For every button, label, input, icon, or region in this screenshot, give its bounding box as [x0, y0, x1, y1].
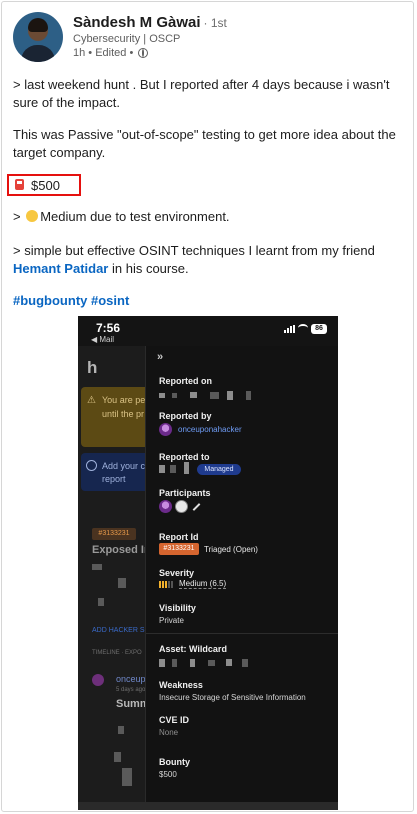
- redaction: [208, 660, 215, 666]
- pencil-icon[interactable]: [192, 503, 201, 511]
- managed-badge: Managed: [197, 464, 241, 475]
- redaction: [190, 392, 197, 398]
- redaction: [172, 393, 177, 398]
- warning-text-line-1: You are pe: [102, 395, 146, 405]
- reporter-link[interactable]: onceuponahacker: [178, 425, 242, 434]
- author-avatar[interactable]: [13, 12, 63, 62]
- post-paragraph-1: > last weekend hunt . But I reported aft…: [13, 77, 390, 110]
- back-to-mail[interactable]: ◀ Mail: [91, 335, 114, 344]
- report-id-badge: #3133231: [159, 543, 199, 555]
- avatar: [92, 674, 104, 686]
- avatar[interactable]: [159, 423, 172, 436]
- warning-icon: ⚠: [87, 395, 96, 406]
- post-paragraph-3: > Medium due to test environment.: [13, 208, 405, 226]
- redaction: [170, 465, 176, 473]
- post-time: 1h • Edited •: [73, 47, 134, 59]
- severity-value: Medium (6.5): [179, 579, 227, 589]
- report-details-panel: » Reported on Reported by onceuponahacke…: [145, 346, 338, 810]
- weakness-label: Weakness: [159, 680, 203, 690]
- redaction: [118, 578, 126, 588]
- post-header: Sàndesh M Gàwai · 1st Cybersecurity | OSC…: [13, 12, 413, 62]
- grinning-emoji-icon: [26, 210, 39, 222]
- info-icon: [86, 460, 97, 471]
- cve-value: None: [159, 728, 179, 737]
- hackerone-logo: h: [87, 358, 98, 377]
- warning-text: You are pe until the pr: [102, 393, 145, 421]
- author-name[interactable]: Sàndesh M Gàwai · 1st: [73, 14, 227, 31]
- weakness-value: Insecure Storage of Sensitive Informatio…: [159, 693, 306, 702]
- visibility-value: Private: [159, 616, 184, 625]
- info-text-line-1: Add your c: [102, 461, 146, 471]
- redaction: [246, 391, 251, 400]
- timeline-label: TIMELINE · EXPO: [92, 650, 142, 656]
- post-meta: 1h • Edited •: [73, 47, 149, 59]
- author-headline: Cybersecurity | OSCP: [73, 33, 181, 45]
- collapse-chevrons-icon[interactable]: »: [157, 351, 163, 363]
- globe-icon: [138, 48, 149, 58]
- redaction: [227, 391, 233, 400]
- status-bar: 7:56 ◀ Mail 86: [78, 316, 338, 346]
- redaction: [226, 659, 232, 666]
- timeline-ago: 5 days ago: [116, 687, 146, 693]
- avatar[interactable]: [159, 500, 172, 513]
- bottom-bar: [78, 802, 338, 810]
- para4-suffix: in his course.: [108, 261, 189, 276]
- info-text: Add your c report: [102, 460, 145, 486]
- redaction: [118, 726, 124, 734]
- redaction: [172, 659, 177, 667]
- redaction: [122, 768, 132, 786]
- wifi-icon: [298, 324, 308, 332]
- redaction: [92, 564, 102, 570]
- mention-link[interactable]: Hemant Patidar: [13, 261, 108, 276]
- connection-degree: · 1st: [203, 16, 227, 30]
- redaction: [114, 752, 121, 762]
- redaction: [98, 598, 104, 606]
- redaction: [184, 462, 189, 474]
- participants-label: Participants: [159, 488, 211, 498]
- redaction: [210, 392, 219, 399]
- info-text-line-2: report: [102, 474, 126, 484]
- cve-label: CVE ID: [159, 715, 190, 725]
- fuel-pump-icon: [15, 179, 24, 190]
- warning-text-line-2: until the pr: [102, 409, 145, 419]
- para3-text: Medium due to test environment.: [40, 209, 230, 224]
- redaction: [190, 659, 195, 667]
- severity-label: Severity: [159, 568, 195, 578]
- reported-by-label: Reported by: [159, 411, 212, 421]
- redaction: [159, 393, 165, 398]
- para3-prefix: >: [13, 209, 25, 224]
- reported-on-label: Reported on: [159, 376, 212, 386]
- report-status: Triaged (Open): [204, 545, 258, 554]
- post-paragraph-2: This was Passive "out-of-scope" testing …: [13, 127, 396, 160]
- signal-icon: [284, 325, 296, 333]
- author-name-text[interactable]: Sàndesh M Gàwai: [73, 14, 201, 31]
- report-id-label: Report Id: [159, 532, 199, 542]
- post-paragraph-4: > simple but effective OSINT techniques …: [13, 242, 405, 278]
- bounty-amount: $500: [31, 178, 60, 193]
- redaction: [159, 659, 165, 667]
- bounty-value: $500: [159, 770, 177, 779]
- bounty-label: Bounty: [159, 757, 190, 767]
- add-hacker-summary-link[interactable]: ADD HACKER SU: [92, 627, 150, 634]
- bounty-highlight: $500: [7, 174, 81, 196]
- para4-prefix: > simple but effective OSINT techniques …: [13, 243, 375, 258]
- redaction: [242, 659, 248, 667]
- reported-to-label: Reported to: [159, 452, 210, 462]
- hashtags[interactable]: #bugbounty #osint: [13, 292, 405, 310]
- visibility-label: Visibility: [159, 603, 196, 613]
- severity-bars: [159, 581, 173, 588]
- battery-icon: 86: [311, 324, 327, 334]
- status-time: 7:56: [96, 321, 121, 335]
- report-tag: #3133231: [92, 528, 136, 540]
- avatar[interactable]: [175, 500, 188, 513]
- asset-label: Asset: Wildcard: [159, 644, 227, 654]
- divider: [146, 633, 338, 634]
- redaction: [159, 465, 165, 473]
- report-screenshot: 7:56 ◀ Mail 86 h ⚠ You are pe until the p…: [78, 316, 338, 810]
